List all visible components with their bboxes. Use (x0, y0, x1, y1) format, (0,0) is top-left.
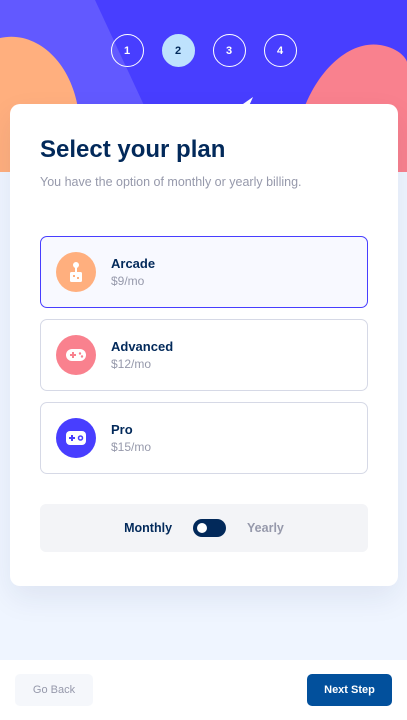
gamepad-icon (56, 335, 96, 375)
go-back-button[interactable]: Go Back (15, 674, 93, 706)
page-subtitle: You have the option of monthly or yearly… (40, 175, 302, 189)
step-1[interactable]: 1 (110, 34, 144, 67)
plan-name: Pro (111, 422, 133, 437)
plan-option-arcade[interactable]: Arcade $9/mo (40, 236, 368, 308)
plan-option-advanced[interactable]: Advanced $12/mo (40, 319, 368, 391)
next-step-button[interactable]: Next Step (307, 674, 392, 706)
monthly-label[interactable]: Monthly (124, 521, 172, 535)
plan-name: Advanced (111, 339, 174, 354)
step-4[interactable]: 4 (263, 34, 297, 67)
plan-price: $9/mo (111, 274, 145, 288)
billing-toggle-row: Monthly Yearly (40, 504, 368, 552)
plan-card: Select your plan You have the option of … (10, 104, 398, 586)
controller-icon (56, 418, 96, 458)
step-2[interactable]: 2 (161, 34, 195, 67)
toggle-knob (197, 523, 208, 533)
step-3[interactable]: 3 (212, 34, 246, 67)
plan-option-pro[interactable]: Pro $15/mo (40, 402, 368, 474)
plan-price: $12/mo (111, 357, 152, 371)
arcade-icon (56, 252, 96, 292)
yearly-label[interactable]: Yearly (247, 521, 284, 535)
step-indicator: 1 2 3 4 (0, 34, 407, 67)
plan-list: Arcade $9/mo Advanced $12/mo Pro $15/mo (40, 236, 368, 474)
footer-bar: Go Back Next Step (0, 660, 407, 720)
plan-name: Arcade (111, 256, 156, 271)
billing-toggle[interactable] (193, 519, 227, 537)
plan-price: $15/mo (111, 440, 152, 454)
page-title: Select your plan (40, 136, 226, 163)
